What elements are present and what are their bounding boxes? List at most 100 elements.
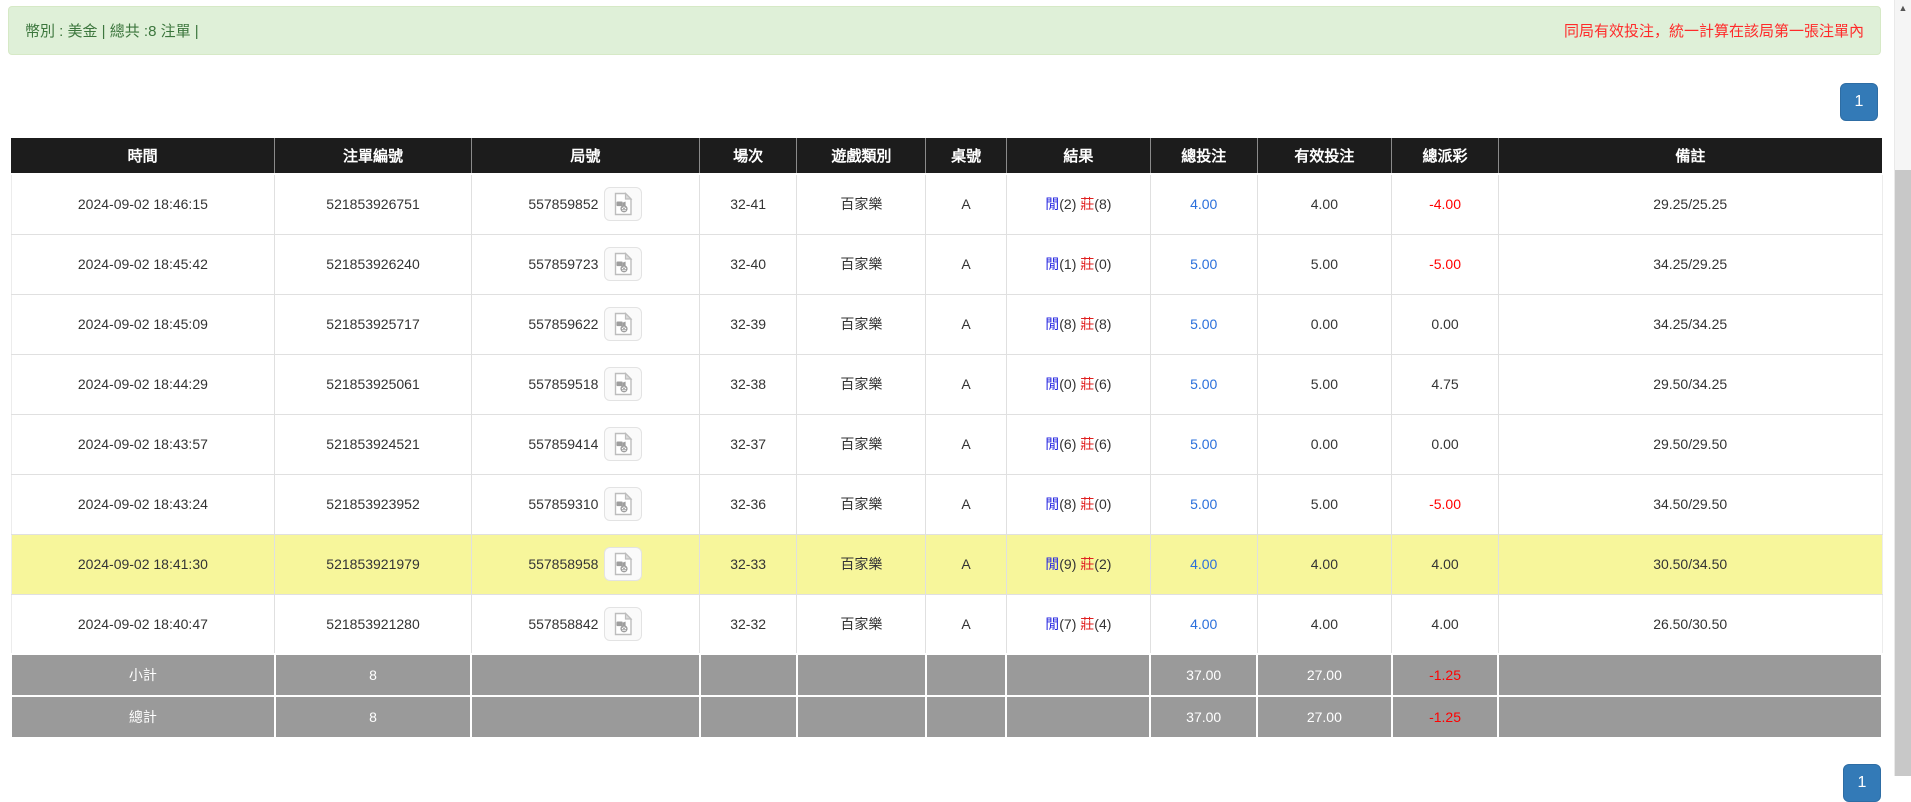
page-1-button-bottom[interactable]: 1 <box>1843 764 1881 802</box>
player-points: (7) <box>1059 615 1077 632</box>
cell-time: 2024-09-02 18:44:29 <box>10 354 276 415</box>
grandtotal-row: 總計 8 37.00 27.00 -1.25 <box>10 695 1883 739</box>
subtotal-row: 小計 8 37.00 27.00 -1.25 <box>10 653 1883 697</box>
banker-points: (6) <box>1094 436 1112 452</box>
cell-time: 2024-09-02 18:40:47 <box>10 594 276 655</box>
cell-time: 2024-09-02 18:45:09 <box>10 294 276 355</box>
cell-result: 閒(0) 莊(6) <box>1005 354 1151 415</box>
table-row: 2024-09-02 18:46:15 521853926751 557859852… <box>10 174 1883 235</box>
cell-payout: -4.00 <box>1391 174 1499 235</box>
cell-remark: 29.50/34.25 <box>1497 354 1883 415</box>
footer-cell-payout: -1.25 <box>1390 653 1500 697</box>
column-header-5: 桌號 <box>925 138 1007 175</box>
cell-payout: 4.75 <box>1391 354 1499 415</box>
total-bet-link[interactable]: 5.00 <box>1190 436 1217 452</box>
cell-session: 32-37 <box>698 414 798 475</box>
total-bet-link[interactable]: 5.00 <box>1190 496 1217 512</box>
cell-remark: 34.25/34.25 <box>1497 294 1883 355</box>
column-header-0: 時間 <box>11 138 275 175</box>
video-file-icon <box>615 192 633 216</box>
summary-alert-bar: 幣別 : 美金 | 總共 :8 注單 | 同局有效投注，統一計算在該局第一張注單… <box>8 6 1881 55</box>
round-id-wrapper: 557859723 <box>528 247 643 281</box>
table-header: 時間 注單編號 局號 場次 遊戲類別 桌號 結果 總投注 有效投注 總派彩 備註 <box>11 138 1882 175</box>
player-points: (1) <box>1059 256 1077 272</box>
video-file-icon <box>615 372 633 396</box>
cell-time: 2024-09-02 18:41:30 <box>10 534 276 595</box>
total-bet-link[interactable]: 5.00 <box>1190 316 1217 332</box>
cell-session: 32-40 <box>698 234 798 295</box>
total-bet-link[interactable]: 5.00 <box>1190 376 1217 392</box>
round-id-wrapper: 557858958 <box>528 547 643 581</box>
round-id-text: 557859414 <box>528 436 599 452</box>
column-header-4: 遊戲類別 <box>796 138 926 175</box>
cell-table-no: A <box>925 294 1007 355</box>
bet-records-table: 時間 注單編號 局號 場次 遊戲類別 桌號 結果 總投注 有效投注 總派彩 備註 2024-09-0… <box>10 138 1883 739</box>
footer-cell-count: 8 <box>273 653 473 697</box>
round-id-text: 557859852 <box>528 196 599 213</box>
pagination-top: 1 <box>0 83 1878 121</box>
video-replay-button[interactable] <box>604 367 643 401</box>
cell-game-type: 百家樂 <box>796 414 927 475</box>
cell-round-id: 557859852 <box>470 174 701 235</box>
cell-round-id: 557859310 <box>470 474 701 535</box>
page-1-button[interactable]: 1 <box>1840 83 1878 121</box>
column-header-9: 總派彩 <box>1391 138 1499 175</box>
total-bet-link[interactable]: 4.00 <box>1190 556 1217 572</box>
footer-cell-count: 8 <box>273 695 473 739</box>
footer-cell-valid-bet: 27.00 <box>1256 695 1393 739</box>
table-row: 2024-09-02 18:45:42 521853926240 557859723… <box>10 234 1883 295</box>
video-replay-button[interactable] <box>604 487 643 521</box>
player-label: 閒 <box>1045 376 1060 392</box>
player-points: (9) <box>1059 556 1077 572</box>
video-replay-button[interactable] <box>604 606 643 641</box>
total-bet-link[interactable]: 5.00 <box>1190 256 1217 272</box>
cell-result: 閒(6) 莊(6) <box>1005 414 1151 475</box>
cell-payout: -5.00 <box>1391 234 1499 295</box>
player-label: 閒 <box>1045 436 1060 452</box>
video-replay-button[interactable] <box>604 427 643 461</box>
column-header-1: 注單編號 <box>274 138 472 175</box>
scrollbar-up-arrow-icon[interactable]: ▲ <box>1895 0 1911 17</box>
vertical-scrollbar[interactable]: ▲ <box>1894 0 1911 776</box>
total-bet-link[interactable]: 4.00 <box>1190 616 1217 632</box>
table-row: 2024-09-02 18:41:30 521853921979 557858958… <box>10 534 1883 595</box>
round-id-text: 557858842 <box>528 615 599 632</box>
video-replay-button[interactable] <box>604 187 643 222</box>
video-file-icon <box>615 552 633 576</box>
banker-label: 莊 <box>1080 196 1095 213</box>
cell-total-bet: 4.00 <box>1149 594 1258 655</box>
video-replay-button[interactable] <box>604 247 643 281</box>
video-file-icon <box>615 611 633 635</box>
round-id-text: 557859622 <box>528 316 599 332</box>
cell-session: 32-41 <box>698 174 798 235</box>
banker-points: (0) <box>1094 256 1112 272</box>
banker-label: 莊 <box>1080 496 1095 512</box>
player-label: 閒 <box>1045 615 1060 632</box>
footer-cell-total-bet: 37.00 <box>1149 653 1259 697</box>
currency-total-summary: 幣別 : 美金 | 總共 :8 注單 | <box>25 23 199 40</box>
footer-cell-game <box>795 653 927 697</box>
banker-label: 莊 <box>1080 256 1095 272</box>
player-label: 閒 <box>1045 316 1060 332</box>
banker-points: (0) <box>1094 496 1112 512</box>
total-bet-link[interactable]: 4.00 <box>1190 196 1217 212</box>
cell-game-type: 百家樂 <box>796 534 927 595</box>
scrollbar-thumb[interactable] <box>1895 170 1911 776</box>
cell-table-no: A <box>925 174 1007 235</box>
column-header-8: 有效投注 <box>1256 138 1392 175</box>
banker-points: (2) <box>1094 556 1112 572</box>
video-replay-button[interactable] <box>604 547 643 581</box>
footer-cell-session <box>698 695 798 739</box>
cell-valid-bet: 4.00 <box>1256 594 1393 655</box>
column-header-10: 備註 <box>1497 138 1882 175</box>
banker-label: 莊 <box>1080 615 1095 632</box>
table-footer: 小計 8 37.00 27.00 -1.25 總計 8 37.00 27.00 -1.25 <box>10 653 1883 739</box>
banker-points: (8) <box>1094 316 1112 332</box>
banker-label: 莊 <box>1080 556 1095 572</box>
video-file-icon <box>615 432 633 456</box>
cell-result: 閒(7) 莊(4) <box>1005 594 1151 655</box>
cell-payout: 4.00 <box>1391 594 1499 655</box>
video-replay-button[interactable] <box>604 307 643 341</box>
cell-bet-id: 521853923952 <box>274 474 472 535</box>
footer-cell-total-bet: 37.00 <box>1149 695 1259 739</box>
